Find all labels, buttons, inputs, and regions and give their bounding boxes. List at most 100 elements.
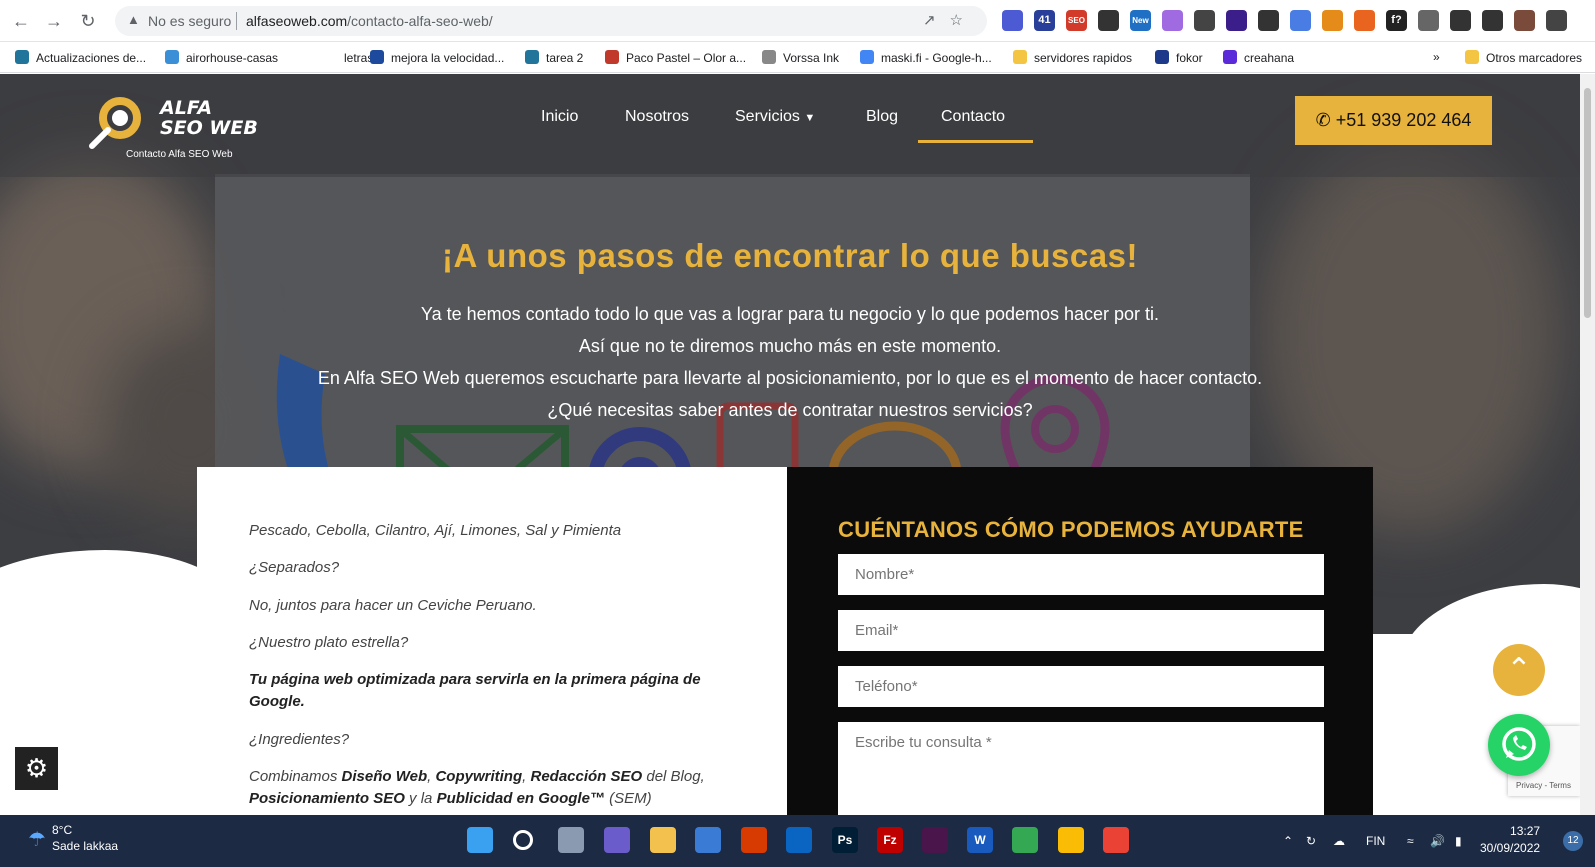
email-field[interactable] — [838, 610, 1324, 651]
site-logo[interactable]: ALFA SEO WEB Contacto Alfa SEO Web — [88, 94, 268, 174]
search-icon[interactable] — [513, 830, 533, 850]
nav-nosotros[interactable]: Nosotros — [625, 108, 689, 126]
logo-line-2: SEO WEB — [160, 117, 258, 139]
message-field[interactable] — [838, 722, 1324, 815]
recaptcha-links[interactable]: Privacy - Terms — [1516, 781, 1571, 790]
bookmarks-overflow-button[interactable]: » — [1433, 50, 1440, 64]
site-header: ALFA SEO WEB Contacto Alfa SEO Web Inici… — [0, 74, 1580, 177]
bookmark-item[interactable]: mejora la velocidad... — [370, 50, 504, 65]
teams-chat-icon[interactable] — [604, 827, 630, 853]
phone-call-button[interactable]: ✆ +51 939 202 464 — [1295, 96, 1492, 145]
bookmark-item[interactable]: creahana — [1223, 50, 1294, 65]
active-nav-indicator — [918, 140, 1033, 143]
security-label[interactable]: No es seguro — [148, 13, 231, 29]
bookmark-star-icon[interactable]: ☆ — [950, 12, 977, 29]
ext-doc-icon[interactable] — [1194, 10, 1215, 31]
office-icon[interactable] — [741, 827, 767, 853]
bookmark-label: mejora la velocidad... — [391, 51, 505, 65]
reload-icon[interactable]: ↻ — [77, 10, 99, 32]
ext-sun-icon[interactable] — [1322, 10, 1343, 31]
wifi-icon[interactable]: ≈ — [1407, 834, 1414, 848]
chevron-up-icon[interactable]: ⌃ — [1283, 834, 1293, 848]
ext-translate-icon[interactable] — [1290, 10, 1311, 31]
word-icon[interactable]: W — [967, 827, 993, 853]
ext-image-icon[interactable] — [1226, 10, 1247, 31]
bookmark-favicon-icon — [15, 50, 29, 64]
language-indicator[interactable]: FIN — [1366, 834, 1385, 848]
chrome-icon[interactable] — [1012, 827, 1038, 853]
volume-icon[interactable]: 🔊 — [1430, 834, 1445, 848]
nav-servicios[interactable]: Servicios ▼ — [735, 108, 815, 126]
microsoft-store-icon[interactable] — [695, 827, 721, 853]
filezilla-icon[interactable]: Fz — [877, 827, 903, 853]
url-host: alfaseoweb.com — [246, 13, 348, 29]
name-field[interactable] — [838, 554, 1324, 595]
bookmark-favicon-icon — [605, 50, 619, 64]
sidepanel-icon[interactable] — [1482, 10, 1503, 31]
sync-icon[interactable]: ↻ — [1306, 834, 1316, 848]
ext-pen-icon[interactable] — [1098, 10, 1119, 31]
ext-puzzle-icon[interactable] — [1162, 10, 1183, 31]
scroll-to-top-button[interactable]: ⌃ — [1493, 644, 1545, 696]
cloud-icon[interactable]: ☁ — [1333, 834, 1345, 848]
bookmark-item[interactable]: maski.fi - Google-h... — [860, 50, 992, 65]
battery-icon[interactable]: ▮ — [1455, 834, 1462, 848]
bookmark-item[interactable]: Vorssa Ink — [762, 50, 839, 65]
bookmark-item[interactable]: fokor — [1155, 50, 1203, 65]
bookmark-favicon-icon — [370, 50, 384, 64]
forward-arrow-icon[interactable]: → — [43, 10, 65, 32]
share-icon[interactable]: ↗ — [923, 12, 950, 29]
ext-flower-icon[interactable] — [1002, 10, 1023, 31]
back-arrow-icon[interactable]: ← — [10, 10, 32, 32]
photoshop-icon[interactable]: Ps — [832, 827, 858, 853]
bookmark-item[interactable]: Actualizaciones de... — [15, 50, 146, 65]
whatsapp-button[interactable] — [1488, 714, 1550, 776]
clock[interactable]: 13:27 30/09/2022 — [1480, 823, 1540, 857]
windows-start-icon[interactable] — [467, 827, 493, 853]
other-bookmarks[interactable]: Otros marcadores — [1465, 50, 1582, 65]
bookmark-item[interactable]: airorhouse-casas — [165, 50, 278, 65]
ext-reddit-icon[interactable] — [1354, 10, 1375, 31]
address-bar[interactable]: ▲ No es seguro alfaseoweb.com/contacto-a… — [115, 6, 987, 36]
profile-avatar[interactable] — [1514, 10, 1535, 31]
nav-contacto[interactable]: Contacto — [941, 108, 1005, 126]
ext-new-icon[interactable]: New — [1130, 10, 1151, 31]
ext-seo-icon[interactable]: SEO — [1066, 10, 1087, 31]
story-answer-1: No, juntos para hacer un Ceviche Peruano… — [249, 597, 537, 614]
warning-icon[interactable]: ▲ — [127, 12, 140, 27]
outlook-icon[interactable] — [786, 827, 812, 853]
task-view-icon[interactable] — [558, 827, 584, 853]
ext-scissor-icon[interactable] — [1258, 10, 1279, 31]
phone-field[interactable] — [838, 666, 1324, 707]
url-text[interactable]: alfaseoweb.com/contacto-alfa-seo-web/ — [246, 13, 493, 29]
bookmark-label: Paco Pastel – Olor a... — [626, 51, 747, 65]
notification-badge[interactable]: 12 — [1563, 831, 1583, 851]
bookmark-item[interactable]: servidores rapidos — [1013, 50, 1132, 65]
page-scrollbar[interactable] — [1580, 74, 1595, 815]
bookmark-item[interactable]: Paco Pastel – Olor a... — [605, 50, 746, 65]
bookmark-label: fokor — [1176, 51, 1203, 65]
scrollbar-thumb[interactable] — [1584, 88, 1591, 318]
file-explorer-icon[interactable] — [650, 827, 676, 853]
nav-blog[interactable]: Blog — [866, 108, 898, 126]
bookmark-favicon-icon — [525, 50, 539, 64]
page-headline: ¡A unos pasos de encontrar lo que buscas… — [442, 237, 1138, 274]
weather-icon[interactable]: ☂ — [28, 827, 46, 852]
ext-camera-icon[interactable] — [1418, 10, 1439, 31]
settings-gear-button[interactable]: ⚙ — [15, 747, 58, 790]
bookmark-item[interactable]: letras — [323, 50, 373, 65]
chrome-active-icon[interactable] — [1103, 827, 1129, 853]
ext-font-icon[interactable]: f? — [1386, 10, 1407, 31]
extensions-icon[interactable] — [1450, 10, 1471, 31]
story-services: Combinamos Diseño Web, Copywriting, Reda… — [249, 768, 705, 807]
ext-grad-icon[interactable]: 41 — [1034, 10, 1055, 31]
clock-time: 13:27 — [1510, 824, 1541, 838]
weather-widget[interactable]: 8°C Sade lakkaa — [52, 822, 118, 854]
bookmark-item[interactable]: tarea 2 — [525, 50, 583, 65]
chrome-profile-icon[interactable] — [1058, 827, 1084, 853]
nav-inicio[interactable]: Inicio — [541, 108, 578, 126]
bookmark-favicon-icon — [762, 50, 776, 64]
menu-kebab-icon[interactable] — [1546, 10, 1567, 31]
bookmark-label: Vorssa Ink — [783, 51, 840, 65]
slack-icon[interactable] — [922, 827, 948, 853]
